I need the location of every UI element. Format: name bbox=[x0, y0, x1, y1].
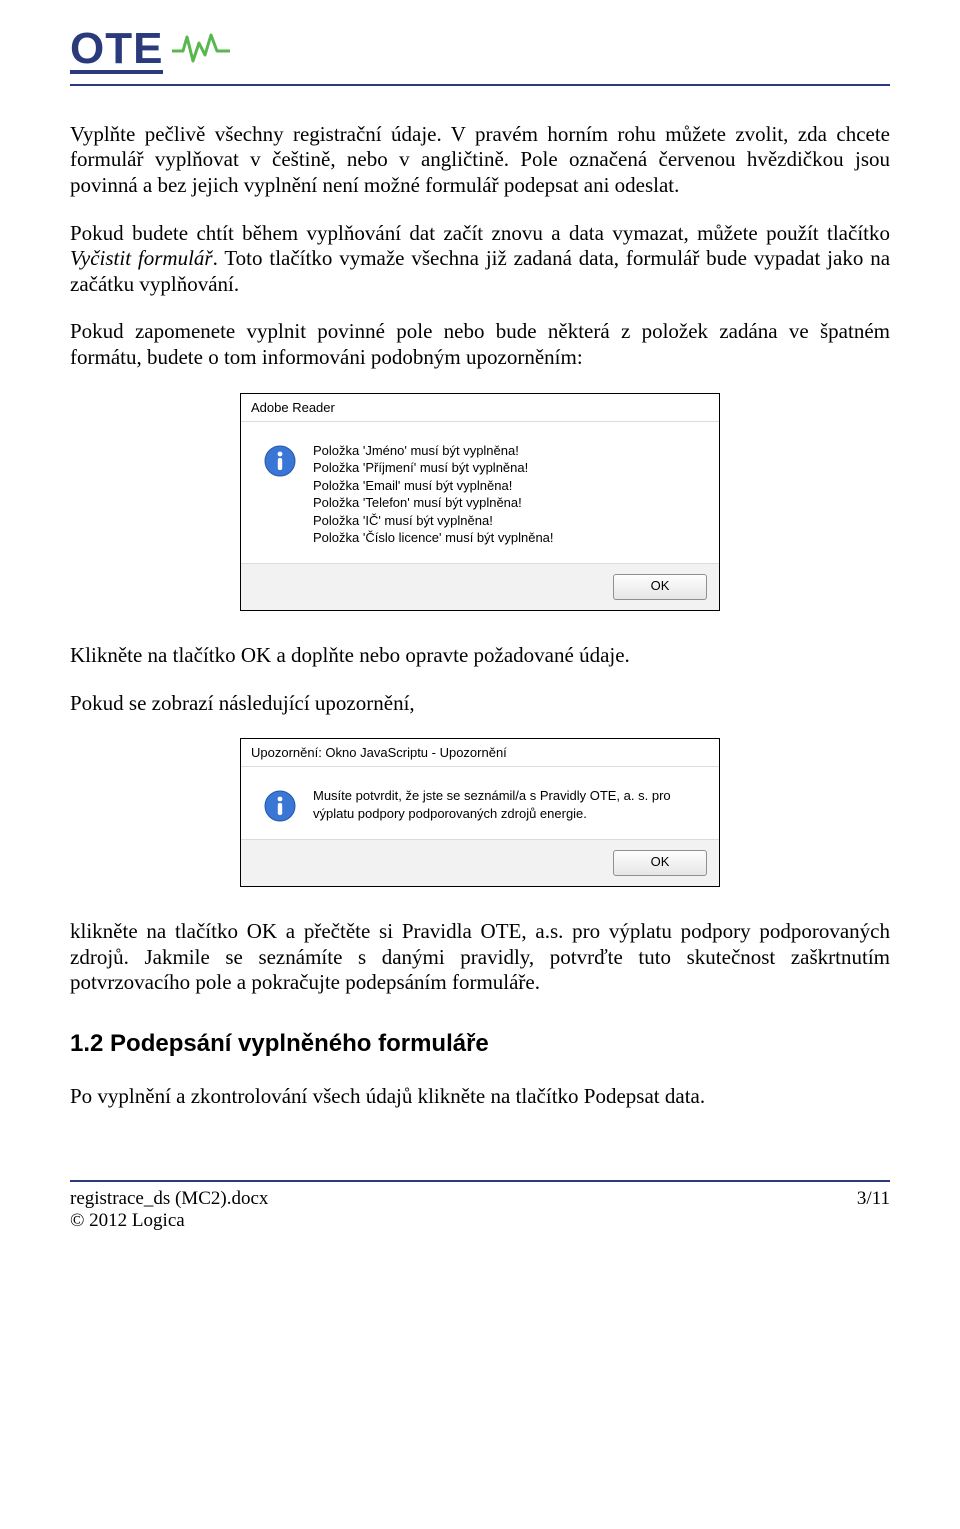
dialog-title: Adobe Reader bbox=[241, 394, 719, 422]
info-icon bbox=[263, 789, 297, 823]
emphasis: Vyčistit formulář bbox=[70, 246, 213, 270]
ok-button[interactable]: OK bbox=[613, 850, 707, 876]
paragraph: Pokud budete chtít během vyplňování dat … bbox=[70, 221, 890, 298]
paragraph: Klikněte na tlačítko OK a doplňte nebo o… bbox=[70, 643, 890, 669]
message-line: Položka 'Číslo licence' musí být vyplněn… bbox=[313, 529, 701, 547]
logo-wave-icon bbox=[171, 31, 231, 70]
logo: OTE bbox=[70, 28, 890, 74]
message-line: Položka 'Telefon' musí být vyplněna! bbox=[313, 494, 701, 512]
footer-left: registrace_ds (MC2).docx © 2012 Logica bbox=[70, 1188, 268, 1232]
dialog-buttonbar: OK bbox=[241, 839, 719, 886]
info-icon bbox=[263, 444, 297, 478]
message-line: Položka 'Příjmení' musí být vyplněna! bbox=[313, 459, 701, 477]
paragraph: Pokud zapomenete vyplnit povinné pole ne… bbox=[70, 319, 890, 370]
dialog-adobe-warning: Adobe Reader Položka 'Jméno' musí být vy… bbox=[240, 393, 720, 611]
dialog-js-warning: Upozornění: Okno JavaScriptu - Upozorněn… bbox=[240, 738, 720, 887]
message-line: Položka 'Jméno' musí být vyplněna! bbox=[313, 442, 701, 460]
section-heading: 1.2 Podepsání vyplněného formuláře bbox=[70, 1030, 890, 1058]
footer: registrace_ds (MC2).docx © 2012 Logica 3… bbox=[70, 1188, 890, 1232]
paragraph: Pokud se zobrazí následující upozornění, bbox=[70, 691, 890, 717]
dialog-title: Upozornění: Okno JavaScriptu - Upozorněn… bbox=[241, 739, 719, 767]
dialog-message: Položka 'Jméno' musí být vyplněna! Polož… bbox=[313, 442, 701, 547]
dialog-body: Musíte potvrdit, že jste se seznámil/a s… bbox=[241, 767, 719, 839]
message-line: Položka 'IČ' musí být vyplněna! bbox=[313, 512, 701, 530]
document-page: OTE Vyplňte pečlivě všechny registrační … bbox=[0, 0, 960, 1529]
dialog-buttonbar: OK bbox=[241, 563, 719, 610]
ok-button[interactable]: OK bbox=[613, 574, 707, 600]
dialog-body: Položka 'Jméno' musí být vyplněna! Polož… bbox=[241, 422, 719, 563]
paragraph: Vyplňte pečlivě všechny registrační údaj… bbox=[70, 122, 890, 199]
footer-rule bbox=[70, 1180, 890, 1182]
dialog-message: Musíte potvrdit, že jste se seznámil/a s… bbox=[313, 787, 701, 822]
footer-copyright: © 2012 Logica bbox=[70, 1210, 268, 1232]
footer-page-number: 3/11 bbox=[857, 1188, 890, 1232]
footer-filename: registrace_ds (MC2).docx bbox=[70, 1188, 268, 1210]
paragraph: Po vyplnění a zkontrolování všech údajů … bbox=[70, 1084, 890, 1110]
message-line: Položka 'Email' musí být vyplněna! bbox=[313, 477, 701, 495]
header-rule bbox=[70, 84, 890, 86]
text: Pokud budete chtít během vyplňování dat … bbox=[70, 221, 890, 245]
logo-text: OTE bbox=[70, 28, 163, 74]
paragraph: klikněte na tlačítko OK a přečtěte si Pr… bbox=[70, 919, 890, 996]
